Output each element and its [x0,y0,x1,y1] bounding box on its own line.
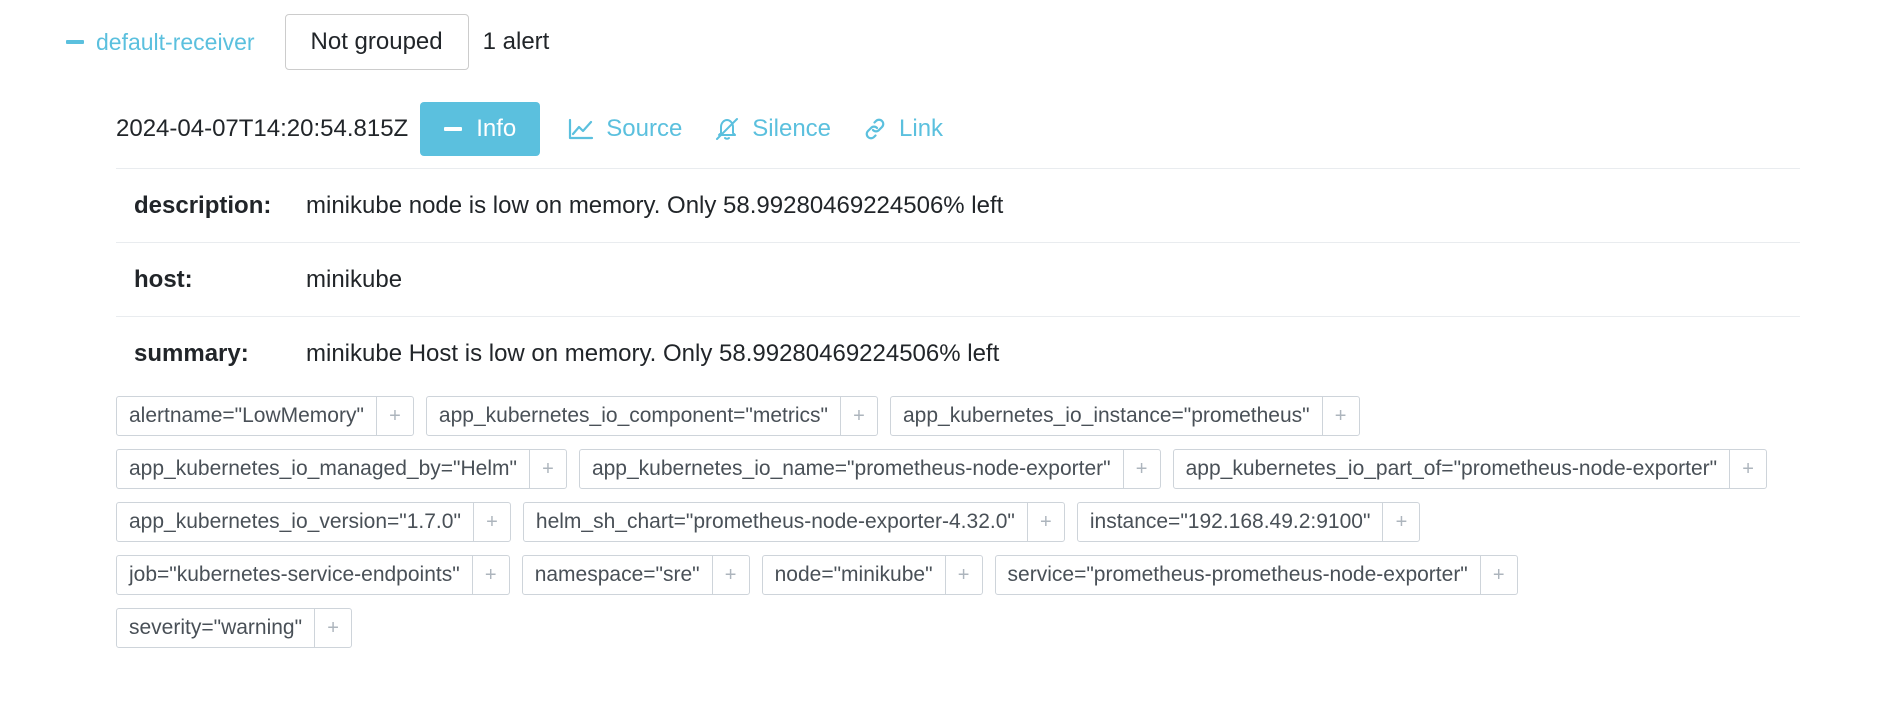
add-filter-icon[interactable]: + [1026,503,1064,541]
receiver-name: default-receiver [96,28,255,55]
label-chip[interactable]: severity="warning" + [116,608,353,648]
label-text[interactable]: app_kubernetes_io_managed_by="Helm" [117,450,529,488]
link-link[interactable]: Link [859,115,947,143]
add-filter-icon[interactable]: + [528,450,566,488]
source-link-label: Source [606,115,683,142]
add-filter-icon[interactable]: + [711,556,749,594]
label-text[interactable]: job="kubernetes-service-endpoints" [117,556,472,594]
label-text[interactable]: alertname="LowMemory" [117,397,376,435]
annotation-key: host: [134,265,193,293]
label-text[interactable]: app_kubernetes_io_part_of="prometheus-no… [1174,450,1730,488]
add-filter-icon[interactable]: + [375,397,413,435]
label-row: alertname="LowMemory" + app_kubernetes_io… [116,396,1816,436]
label-text[interactable]: app_kubernetes_io_name="prometheus-node-… [580,450,1123,488]
bell-slash-icon [716,118,739,140]
info-button[interactable]: Info [420,102,541,156]
annotation-value: minikube [306,265,403,293]
collapse-icon [444,127,463,131]
annotation-value: minikube node is low on memory. Only 58.… [306,191,1004,219]
label-chip[interactable]: node="minikube" + [761,555,983,595]
add-filter-icon[interactable]: + [472,503,510,541]
label-chip[interactable]: job="kubernetes-service-endpoints" + [116,555,510,595]
collapse-icon [66,40,84,44]
annotations-table: description: minikube node is low on mem… [116,168,1800,390]
alert-toolbar: 2024-04-07T14:20:54.815Z Info Source Sil… [116,102,947,156]
chart-line-icon [569,118,594,140]
info-button-label: Info [476,115,517,142]
add-filter-icon[interactable]: + [944,556,982,594]
label-chip[interactable]: app_kubernetes_io_version="1.7.0" + [116,502,511,542]
add-filter-icon[interactable]: + [1122,450,1160,488]
add-filter-icon[interactable]: + [1382,503,1419,541]
link-link-label: Link [899,115,944,142]
label-chip[interactable]: app_kubernetes_io_managed_by="Helm" + [116,449,567,489]
add-filter-icon[interactable]: + [314,609,351,647]
label-chip[interactable]: alertname="LowMemory" + [116,396,414,436]
label-row: app_kubernetes_io_managed_by="Helm" + app… [116,449,1816,489]
add-filter-icon[interactable]: + [1321,397,1359,435]
label-chip[interactable]: app_kubernetes_io_instance="prometheus" + [890,396,1360,436]
silence-link[interactable]: Silence [710,115,835,143]
label-chip[interactable]: instance="192.168.49.2:9100" + [1076,502,1421,542]
label-text[interactable]: helm_sh_chart="prometheus-node-exporter-… [524,503,1027,541]
annotation-row: summary: minikube Host is low on memory.… [116,316,1800,390]
label-row: job="kubernetes-service-endpoints" + name… [116,555,1816,595]
add-filter-icon[interactable]: + [1729,450,1766,488]
alert-timestamp: 2024-04-07T14:20:54.815Z [116,115,409,142]
add-filter-icon[interactable]: + [1479,556,1517,594]
label-row: app_kubernetes_io_version="1.7.0" + helm_… [116,502,1816,542]
label-chip[interactable]: helm_sh_chart="prometheus-node-exporter-… [522,502,1065,542]
label-text[interactable]: severity="warning" [117,609,314,647]
annotation-value: minikube Host is low on memory. Only 58.… [306,339,1000,367]
label-text[interactable]: app_kubernetes_io_component="metrics" [427,397,840,435]
annotation-row: description: minikube node is low on mem… [116,168,1800,242]
label-chip[interactable]: app_kubernetes_io_component="metrics" + [425,396,878,436]
add-filter-icon[interactable]: + [471,556,509,594]
label-chip[interactable]: namespace="sre" + [521,555,750,595]
grouping-button[interactable]: Not grouped [284,14,469,70]
label-chip[interactable]: app_kubernetes_io_part_of="prometheus-no… [1172,449,1768,489]
label-text[interactable]: node="minikube" [763,556,945,594]
labels-list: alertname="LowMemory" + app_kubernetes_io… [116,396,1816,661]
label-text[interactable]: app_kubernetes_io_version="1.7.0" [117,503,473,541]
label-text[interactable]: app_kubernetes_io_instance="prometheus" [891,397,1322,435]
label-chip[interactable]: service="prometheus-prometheus-node-expo… [994,555,1518,595]
silence-link-label: Silence [752,115,832,142]
label-text[interactable]: instance="192.168.49.2:9100" [1078,503,1383,541]
label-chip[interactable]: app_kubernetes_io_name="prometheus-node-… [578,449,1161,489]
receiver-toggle[interactable]: default-receiver [66,29,255,56]
alert-count: 1 alert [482,28,550,55]
label-text[interactable]: service="prometheus-prometheus-node-expo… [996,556,1480,594]
annotation-key: description: [134,191,272,219]
link-icon [865,118,885,140]
label-row: severity="warning" + [116,608,1816,648]
alert-group-header: default-receiver Not grouped 1 alert [66,12,549,72]
annotation-row: host: minikube [116,242,1800,316]
add-filter-icon[interactable]: + [840,397,877,435]
label-text[interactable]: namespace="sre" [523,556,712,594]
annotation-key: summary: [134,339,249,367]
source-link[interactable]: Source [564,115,686,143]
